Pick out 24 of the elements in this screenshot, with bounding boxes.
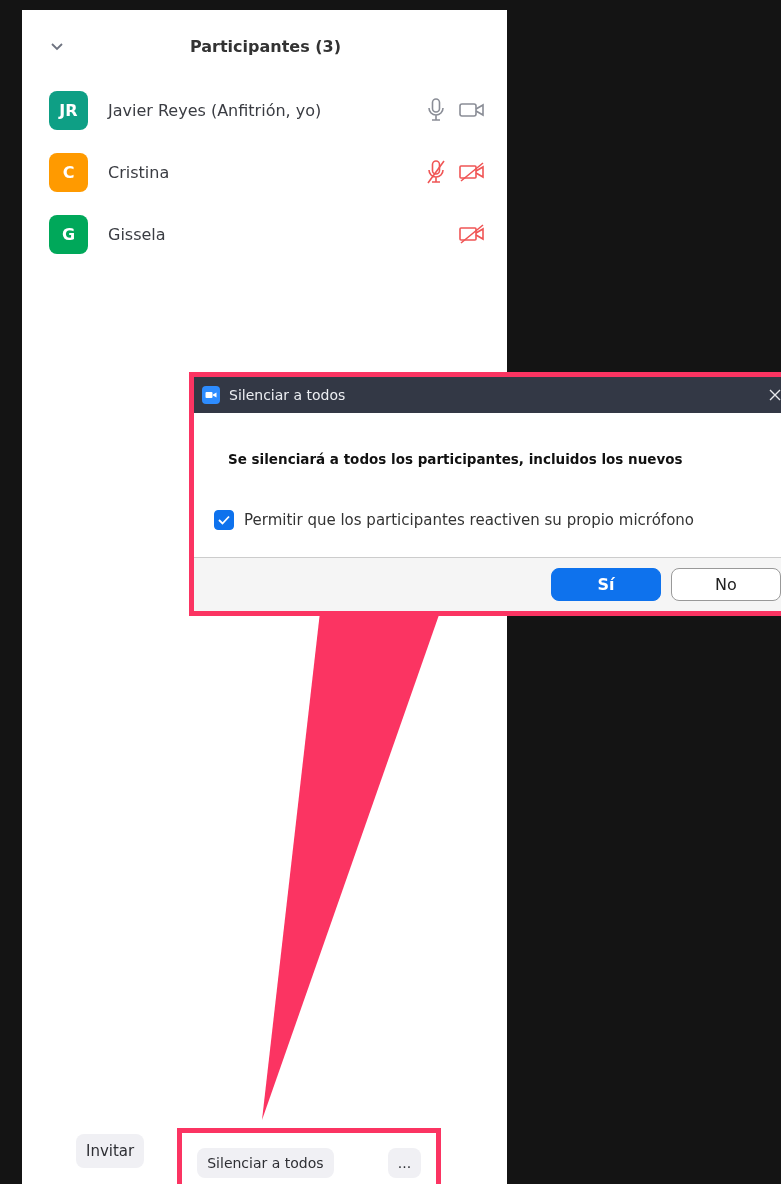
- dialog-title: Silenciar a todos: [229, 387, 346, 403]
- avatar: G: [49, 214, 88, 254]
- participant-name: Javier Reyes (Anfitrión, yo): [108, 100, 323, 120]
- video-camera-icon: [202, 386, 220, 404]
- video-off-icon[interactable]: [459, 162, 485, 182]
- chevron-down-icon[interactable]: [50, 41, 64, 51]
- checkbox[interactable]: [214, 510, 234, 530]
- avatar: JR: [49, 90, 88, 130]
- participant-name: Gissela: [108, 224, 167, 244]
- avatar: C: [49, 152, 88, 192]
- participant-name: Cristina: [108, 162, 171, 182]
- checkbox-label: Permitir que los participantes reactiven su propio micrófono: [244, 511, 694, 529]
- cancel-button[interactable]: No: [671, 568, 781, 601]
- more-button[interactable]: ...: [387, 1147, 422, 1178]
- footer-button[interactable]: Invitar: [76, 1134, 145, 1168]
- confirm-button[interactable]: Sí: [551, 568, 661, 601]
- dialog-message: Se silenciará a todos los participantes, incluidos los nuevos: [228, 451, 684, 467]
- microphone-icon[interactable]: [426, 98, 446, 122]
- panel-title: Participantes (3): [188, 36, 343, 56]
- video-camera-icon[interactable]: [459, 101, 485, 119]
- footer-button[interactable]: Silenciar a todos: [197, 1147, 334, 1178]
- checkmark-icon: [218, 515, 230, 525]
- muted-microphone-icon[interactable]: [426, 160, 446, 184]
- video-off-icon[interactable]: [459, 224, 485, 244]
